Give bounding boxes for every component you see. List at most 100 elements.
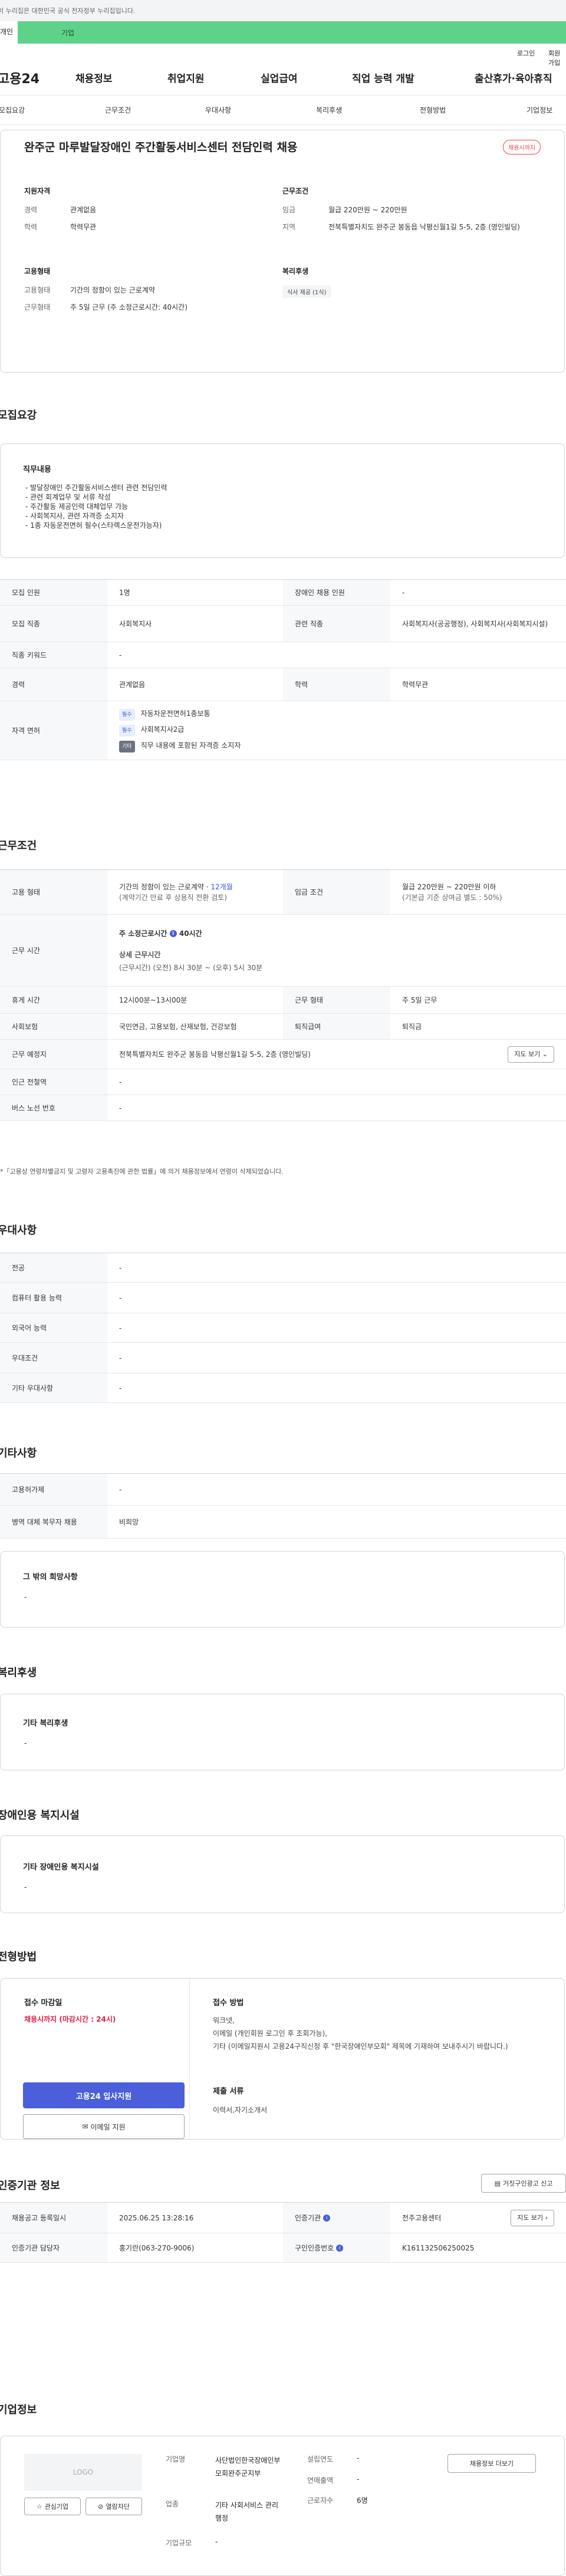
user-type-tabs: 개인 기업	[0, 21, 566, 44]
reg-date-label: 채용공고 등록일시	[0, 2203, 107, 2233]
table-row: 자격 면허 필수 자동차운전면허1종보통 필수 사회복지사2급 기타 직무 내용에 포…	[0, 701, 566, 760]
industry-value: 기타 사회서비스 관리 행정	[215, 2501, 278, 2522]
block-company-button[interactable]: ⊘ 열람차단	[85, 2498, 142, 2515]
info-icon[interactable]: i	[169, 930, 177, 937]
star-icon: ☆	[36, 2502, 42, 2511]
table-row: 모집 인원 1명 장애인 채용 인원 -	[0, 580, 566, 606]
recruit-table: 모집 인원 1명 장애인 채용 인원 - 모집 직종 사회복지사 관련 직종 사회복지사…	[0, 579, 566, 760]
job-category-label: 모집 직종	[0, 606, 107, 642]
gnb-item-employment-support[interactable]: 취업지원	[167, 70, 205, 85]
anchor-process[interactable]: 전형방법	[420, 105, 446, 115]
docs-value: 이력서,자기소개서	[213, 2106, 268, 2114]
anchor-pref[interactable]: 우대사항	[205, 105, 231, 115]
recruit-count-label: 모집 인원	[0, 580, 107, 605]
shift-label: 근무 형태	[283, 987, 390, 1013]
info-icon[interactable]: i	[323, 2214, 331, 2222]
agency-section-title: 인증기관 정보	[0, 2180, 60, 2192]
process-section-title: 전형방법	[0, 1951, 37, 1963]
list-item: - 1종 자동운전면허 필수(스타렉스운전가능자)	[25, 521, 162, 530]
qual-career-label: 경력	[24, 206, 38, 214]
career-value: 관계없음	[119, 680, 146, 689]
anchor-company[interactable]: 기업정보	[526, 105, 552, 115]
gnb-item-jobs[interactable]: 채용정보	[75, 70, 113, 85]
major-value: -	[119, 1263, 122, 1272]
work-time-cell: 주 소정근로시간 i 40시간 상세 근무시간 (근무시간) (오전) 8시 3…	[107, 915, 566, 986]
disabled-count-label: 장애인 채용 인원	[283, 580, 390, 605]
bus-label: 버스 노선 번호	[0, 1095, 107, 1121]
company-name-value: 사단법인한국장애인부모회완주군지부	[215, 2456, 281, 2478]
agency-map-button[interactable]: 지도 보기 ›	[511, 2209, 554, 2226]
emp-type-value: 기간의 정함이 있는 근로계약 ·	[119, 882, 209, 891]
table-row: 사회보험 국민연금, 고용보험, 산재보험, 건강보험 퇴직급여 퇴직금	[0, 1014, 566, 1040]
anchor-benefit[interactable]: 복리후생	[316, 105, 342, 115]
military-value: 비희망	[119, 1517, 139, 1526]
table-row: 컴퓨터 활용 능력 -	[0, 1283, 566, 1313]
welfare-chip: 식사 제공 (1식)	[282, 285, 331, 298]
emp-block: 고용형태 고용형태 기간의 정함이 있는 근로계약 근무형태 주 5일 근무 (주 …	[24, 266, 282, 320]
fav-company-button[interactable]: ☆ 관심기업	[24, 2498, 81, 2515]
license-item: 필수 사회복지사2급	[119, 724, 184, 737]
login-link[interactable]: 로그인	[517, 48, 535, 58]
anchor-work[interactable]: 근무조건	[105, 105, 131, 115]
etc-table: 고용허가제 - 병역 대체 복무자 채용 비희망	[0, 1473, 566, 1539]
apply-button[interactable]: 고용24 입사지원	[23, 2082, 185, 2108]
career-label: 경력	[0, 668, 107, 701]
license-list: 필수 자동차운전면허1종보통 필수 사회복지사2급 기타 직무 내용에 포함된 자격증…	[107, 701, 566, 760]
gov-notice-bar: 이 누리집은 대한민국 공식 전자정부 누리집입니다.	[0, 0, 566, 21]
table-row: 휴게 시간 12시00분~13시00분 근무 형태 주 5일 근무	[0, 987, 566, 1014]
gnb-item-unemployment-benefit[interactable]: 실업급여	[261, 70, 298, 85]
table-row: 직종 키워드 -	[0, 642, 566, 668]
qual-edu-label: 학력	[24, 223, 38, 231]
cert-number-label-text: 구인인증번호	[295, 2244, 334, 2252]
computer-label: 컴퓨터 활용 능력	[0, 1283, 107, 1313]
pref-etc-value: -	[119, 1384, 122, 1392]
report-button-label: 거짓구인광고 신고	[502, 2180, 553, 2187]
pref-table: 전공 - 컴퓨터 활용 능력 - 외국어 능력 - 우대조건 - 기타 우대사항 -	[0, 1253, 566, 1403]
insurance-label: 사회보험	[0, 1014, 107, 1039]
divider	[189, 1979, 190, 2139]
cond-wage-value: 월급 220만원 ~ 220만원	[328, 206, 407, 214]
email-apply-button[interactable]: ✉ 이메일 지원	[23, 2114, 185, 2139]
license-text: 자동차운전면허1종보통	[140, 709, 210, 718]
map-button-label: 지도 보기	[514, 1050, 541, 1058]
etc-section-title: 기타사항	[0, 1447, 37, 1460]
method-title: 접수 방법	[213, 1999, 244, 2007]
pref-cond-value: -	[119, 1353, 122, 1362]
anchor-recruit[interactable]: 모집요강	[0, 105, 25, 115]
company-name-label: 기업명	[166, 2455, 186, 2463]
emp-shift-value: 주 5일 근무 (주 소정근로시간: 40시간)	[70, 303, 187, 311]
fav-company-label: 관심기업	[44, 2503, 69, 2511]
tab-corp[interactable]: 기업	[18, 21, 566, 44]
agency-map-label: 지도 보기	[517, 2213, 544, 2222]
tab-person-label: 개인	[0, 28, 14, 36]
benefit-box-title: 기타 복리후생	[23, 1719, 68, 1728]
weekly-hours-label: 주 소정근로시간	[119, 929, 167, 938]
site-logo[interactable]: 고용24	[0, 68, 40, 87]
table-row: 경력 관계없음 학력 학력무관	[0, 668, 566, 701]
disabled-count-value: -	[402, 588, 405, 597]
list-item: - 주간활동 제공인력 대체업무 가능	[25, 502, 129, 511]
license-text: 직무 내용에 포함된 자격증 소지자	[140, 741, 241, 750]
wage-value: 월급 220만원 ~ 220만원 이하	[402, 882, 496, 891]
report-button[interactable]: ▤ 거짓구인광고 신고	[481, 2174, 566, 2193]
table-row: 근무 시간 주 소정근로시간 i 40시간 상세 근무시간 (근무시간) (오전…	[0, 915, 566, 987]
hope-box: 그 밖의 희망사항 -	[0, 1551, 565, 1628]
company-logo: LOGO	[24, 2454, 142, 2490]
list-item: - 발달장애인 주간활동서비스센터 관련 전담인력	[25, 484, 167, 492]
place-cell: 전북특별자치도 완주군 봉동읍 낙평신월1길 5-5, 2층 (영인빌딩) 지도…	[107, 1040, 566, 1069]
table-row: 고용 형태 기간의 정함이 있는 근로계약 · 12개월 (계약기간 만료 후 …	[0, 870, 566, 915]
more-jobs-button[interactable]: 채용정보 더보기	[447, 2454, 536, 2473]
mail-icon: ✉	[82, 2122, 88, 2131]
wage-label: 임금 조건	[283, 870, 390, 914]
employees-label: 근로자수	[307, 2496, 334, 2505]
gnb-item-vocational-training[interactable]: 직업 능력 개발	[352, 70, 414, 85]
license-item: 필수 자동차운전면허1종보통	[119, 708, 210, 721]
facility-section-title: 장애인용 복지시설	[0, 1809, 80, 1822]
education-label: 학력	[283, 668, 390, 701]
tab-person[interactable]: 개인	[0, 21, 18, 44]
map-button[interactable]: 지도 보기 ⌄	[508, 1046, 554, 1063]
recruit-section-title: 모집요강	[0, 409, 37, 422]
info-icon[interactable]: i	[336, 2244, 344, 2252]
gnb-item-parental-leave[interactable]: 출산휴가·육아휴직	[475, 70, 552, 85]
license-label: 자격 면허	[0, 701, 107, 760]
